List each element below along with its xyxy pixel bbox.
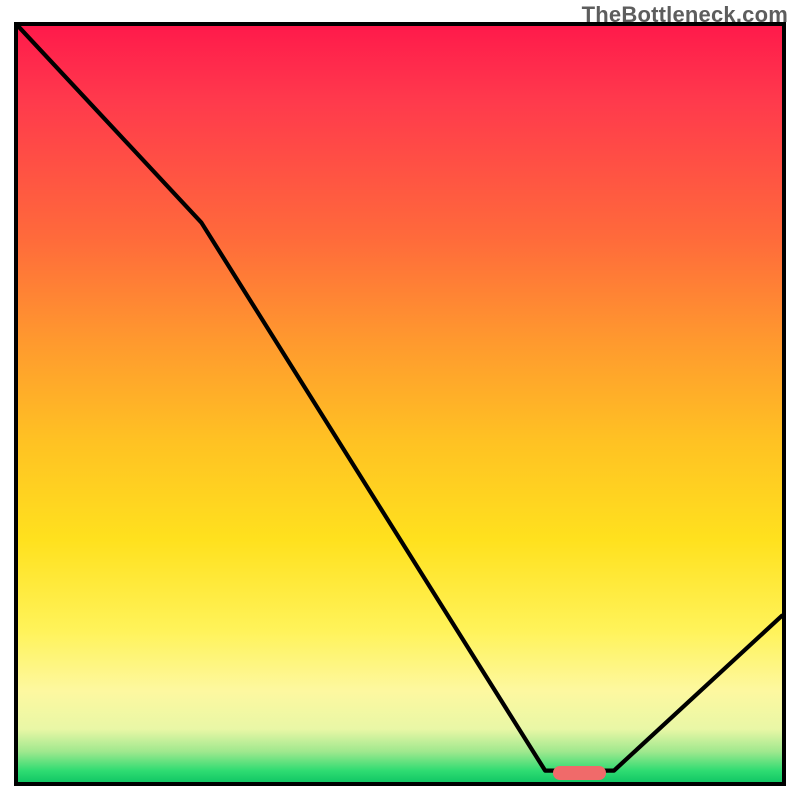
attribution-label: TheBottleneck.com [582, 2, 788, 28]
optimal-marker [553, 766, 606, 780]
gradient-background [18, 26, 782, 782]
chart-frame: TheBottleneck.com [0, 0, 800, 800]
